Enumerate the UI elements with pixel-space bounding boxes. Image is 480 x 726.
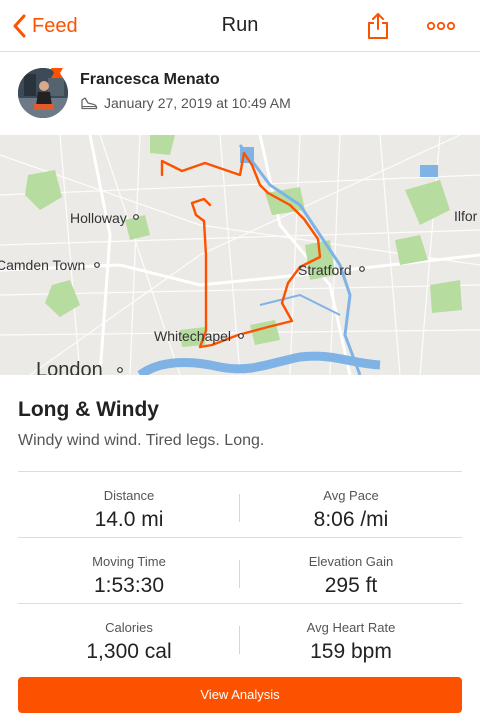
subscriber-badge-icon: [51, 68, 63, 78]
activity-description: Windy wind wind. Tired legs. Long.: [18, 432, 265, 449]
map-label-camden-town: Camden Town: [0, 257, 86, 273]
stat-label: Distance: [103, 488, 155, 503]
stat-calories: Calories 1,300 cal: [18, 604, 240, 670]
map-canvas: [0, 135, 480, 375]
stats-row: Moving Time 1:53:30 Elevation Gain 295 f…: [18, 538, 462, 604]
stat-elevation-gain: Elevation Gain 295 ft: [240, 538, 462, 604]
map-label-stratford: Stratford: [298, 262, 352, 278]
stats-row: Calories 1,300 cal Avg Heart Rate 159 bp…: [18, 604, 462, 670]
nav-bar: Feed Run: [0, 0, 480, 52]
stat-value: 159 bpm: [310, 640, 392, 663]
stat-avg-pace: Avg Pace 8:06 /mi: [240, 472, 462, 538]
shoe-icon: [81, 97, 98, 110]
map-label-whitechapel: Whitechapel: [154, 328, 232, 344]
stat-distance: Distance 14.0 mi: [18, 472, 240, 538]
more-options-icon[interactable]: [426, 18, 456, 34]
stat-label: Moving Time: [92, 554, 166, 569]
back-button[interactable]: Feed: [12, 10, 78, 42]
map-label-holloway: Holloway: [70, 210, 127, 226]
stat-label: Avg Heart Rate: [306, 620, 396, 635]
activity-title: Long & Windy: [18, 398, 159, 421]
stat-moving-time: Moving Time 1:53:30: [18, 538, 240, 604]
stat-label: Elevation Gain: [308, 554, 394, 569]
map-label-ilford: Ilfor: [454, 208, 478, 224]
stats-row: Distance 14.0 mi Avg Pace 8:06 /mi: [18, 472, 462, 538]
activity-datetime: January 27, 2019 at 10:49 AM: [104, 95, 291, 111]
route-map[interactable]: Holloway Camden Town Stratford Whitechap…: [0, 135, 480, 375]
back-label: Feed: [32, 14, 78, 37]
chevron-left-icon: [13, 14, 26, 38]
stats-grid: Distance 14.0 mi Avg Pace 8:06 /mi Movin…: [18, 471, 462, 670]
athlete-header: Francesca Menato January 27, 2019 at 10:…: [0, 53, 480, 135]
stat-avg-heart-rate: Avg Heart Rate 159 bpm: [240, 604, 462, 670]
stat-value: 14.0 mi: [94, 508, 164, 531]
map-label-london: London: [36, 359, 103, 375]
share-icon[interactable]: [366, 12, 390, 40]
stat-value: 295 ft: [324, 574, 378, 597]
stat-value: 1:53:30: [93, 574, 165, 597]
activity-meta: January 27, 2019 at 10:49 AM: [80, 95, 291, 111]
athlete-name[interactable]: Francesca Menato: [80, 71, 220, 89]
stat-value: 1,300 cal: [86, 640, 172, 663]
stat-label: Calories: [105, 620, 153, 635]
stat-label: Avg Pace: [323, 488, 379, 503]
stat-value: 8:06 /mi: [313, 508, 389, 531]
view-analysis-button[interactable]: View Analysis: [18, 677, 462, 713]
